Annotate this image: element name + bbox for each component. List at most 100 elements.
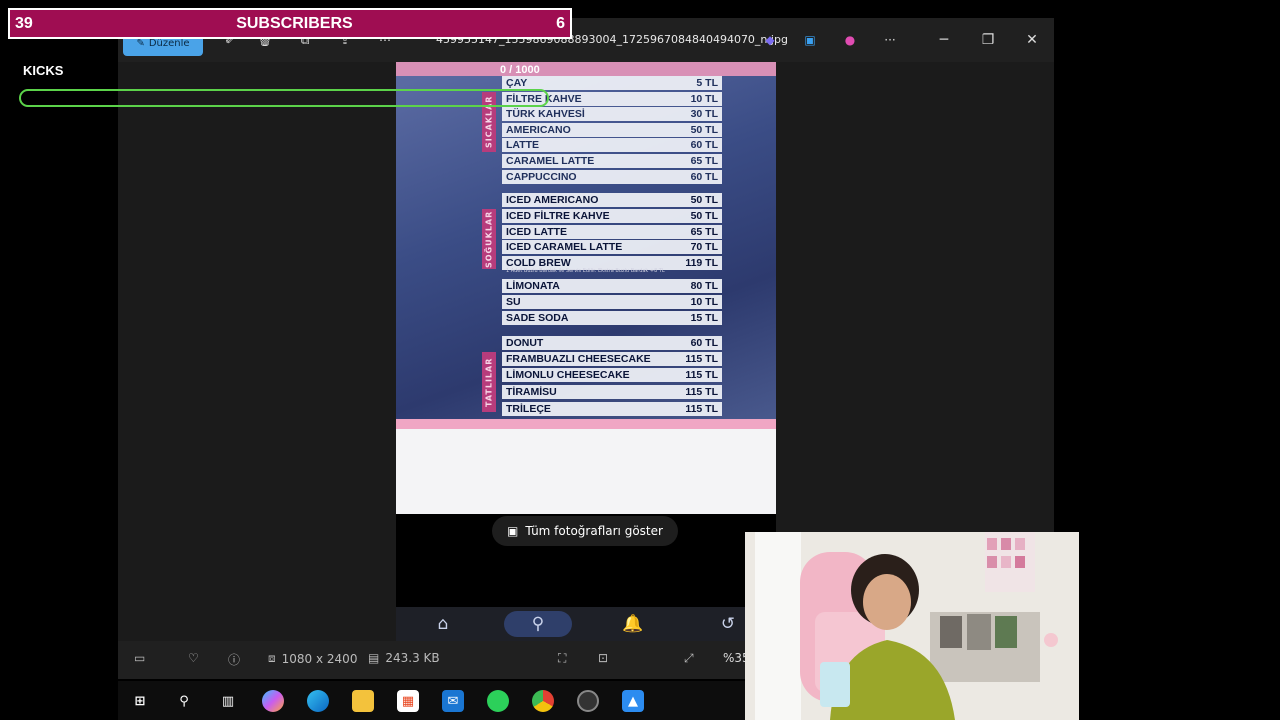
task-view-icon[interactable]: ▥ <box>217 690 239 712</box>
menu-item: LATTE 60 TL <box>502 138 722 152</box>
menu-item-name: CARAMEL LATTE <box>506 155 595 167</box>
fullscreen-icon[interactable]: ⤢ <box>684 651 694 666</box>
dimensions-icon: ⧈ <box>268 651 276 665</box>
menu-item-name: TRİLEÇE <box>506 403 551 415</box>
menu-item-price: 10 TL <box>690 93 718 105</box>
fit-screen-icon[interactable]: ⛶ <box>558 651 566 666</box>
menu-item-price: 50 TL <box>690 210 718 222</box>
menu-item-name: LİMONATA <box>506 280 560 292</box>
menu-item: ICED LATTE 65 TL <box>502 225 722 239</box>
scan-text-icon[interactable]: ⊡ <box>598 651 608 665</box>
subscribers-right-count: 6 <box>556 14 565 32</box>
home-icon[interactable]: ⌂ <box>432 613 454 635</box>
chrome-icon[interactable] <box>532 690 554 712</box>
copilot-icon[interactable] <box>262 690 284 712</box>
menu-item-name: SU <box>506 296 521 308</box>
clipchamp-icon[interactable]: ● <box>842 32 858 48</box>
menu-item-price: 115 TL <box>685 369 718 381</box>
mail-icon[interactable]: ✉ <box>442 690 464 712</box>
history-icon[interactable]: ↺ <box>717 613 739 635</box>
dimensions-info: ⧈ 1080 x 2400 <box>268 651 357 666</box>
menu-item: AMERICANO 50 TL <box>502 123 722 137</box>
menu-item-price: 50 TL <box>690 124 718 136</box>
menu-item-name: ÇAY <box>506 77 528 89</box>
close-icon[interactable]: ✕ <box>1021 29 1043 51</box>
menu-item-name: TİRAMİSU <box>506 386 557 398</box>
dimensions-text: 1080 x 2400 <box>281 651 358 666</box>
menu-item-price: 65 TL <box>690 155 718 167</box>
menu-item: DONUT 60 TL <box>502 336 722 350</box>
photo-blank-area <box>396 429 776 514</box>
menu-item-name: ICED FİLTRE KAHVE <box>506 210 610 222</box>
menu-item: ÇAY 5 TL <box>502 76 722 90</box>
photos-icon[interactable]: ▲ <box>622 690 644 712</box>
menu-item: FRAMBUAZLI CHEESECAKE 115 TL <box>502 352 722 366</box>
menu-category-2: TATLILAR <box>482 352 496 412</box>
menu-bottom-strip <box>396 419 776 429</box>
menu-item-price: 5 TL <box>696 77 718 89</box>
search-icon[interactable]: ⚲ <box>173 690 195 712</box>
xbox-icon[interactable] <box>487 690 509 712</box>
menu-item-name: LATTE <box>506 139 540 151</box>
menu-item-name: ICED AMERICANO <box>506 194 599 206</box>
copilot-icon[interactable]: ◆ <box>762 32 778 48</box>
menu-item-price: 65 TL <box>690 226 718 238</box>
minimize-icon[interactable]: ─ <box>933 29 955 51</box>
menu-board-photo: SICAKLAR ÇAY 5 TL FİLTRE KAHVE 10 TL TÜRK KAH… <box>396 62 776 429</box>
menu-item: ICED FİLTRE KAHVE 50 TL <box>502 209 722 223</box>
menu-item-name: FRAMBUAZLI CHEESECAKE <box>506 353 651 365</box>
menu-top-strip <box>396 62 776 76</box>
save-icon: ▤ <box>368 651 380 665</box>
menu-item: TRİLEÇE 115 TL <box>502 402 722 416</box>
info-icon[interactable]: ⓘ <box>228 651 240 668</box>
filesize-info: ▤ 243.3 KB <box>368 651 440 665</box>
subscribers-title: SUBSCRIBERS <box>236 14 353 32</box>
menu-item: TİRAMİSU 115 TL <box>502 385 722 399</box>
menu-item-name: LİMONLU CHEESECAKE <box>506 369 630 381</box>
menu-item-price: 115 TL <box>685 353 718 365</box>
ellipsis-icon[interactable]: ··· <box>882 32 898 48</box>
menu-item-name: AMERICANO <box>506 124 571 136</box>
pencil-icon: ✎ <box>136 37 145 49</box>
store-icon[interactable]: ▦ <box>397 690 419 712</box>
kicks-label: KICKS <box>23 63 64 78</box>
menu-item-price: 15 TL <box>690 312 718 324</box>
menu-item: LİMONLU CHEESECAKE 115 TL <box>502 368 722 382</box>
menu-item: CARAMEL LATTE 65 TL <box>502 154 722 168</box>
edge-icon[interactable] <box>307 690 329 712</box>
restore-icon[interactable]: ❐ <box>977 29 999 51</box>
menu-item: SU 10 TL <box>502 295 722 309</box>
menu-item-price: 50 TL <box>690 194 718 206</box>
windows-start-icon[interactable]: ⊞ <box>129 690 151 712</box>
edit-button-label: Düzenle <box>148 37 190 49</box>
phone-nav-bar: ⌂ ⚲ 🔔 ↺ <box>396 607 776 641</box>
webcam-feed <box>745 532 1079 720</box>
file-explorer-icon[interactable] <box>352 690 374 712</box>
obs-icon[interactable] <box>577 690 599 712</box>
menu-item-price: 10 TL <box>690 296 718 308</box>
menu-item-price: 115 TL <box>685 386 718 398</box>
subscribers-left-count: 39 <box>15 14 33 32</box>
show-all-photos-button[interactable]: ▣ Tüm fotoğrafları göster <box>492 516 678 546</box>
menu-item-price: 30 TL <box>690 108 718 120</box>
menu-item-price: 60 TL <box>690 337 718 349</box>
menu-category-1: SOĞUKLAR <box>482 209 496 269</box>
kicks-progress-bar <box>19 89 549 107</box>
menu-item-name: ICED CARAMEL LATTE <box>506 241 623 253</box>
menu-item-name: ICED LATTE <box>506 226 568 238</box>
search-icon[interactable]: ⚲ <box>527 613 549 635</box>
bell-icon[interactable]: 🔔 <box>622 613 644 635</box>
favorite-icon[interactable]: ♡ <box>188 651 199 665</box>
menu-item-name: SADE SODA <box>506 312 569 324</box>
filmstrip-icon[interactable]: ▭ <box>134 651 145 665</box>
show-all-photos-label: Tüm fotoğrafları göster <box>525 524 663 538</box>
screen: ✎ Düzenle ✐ 🗑 ⧉ ⇪ ⋯ 459955147_1559869088… <box>0 0 1280 720</box>
menu-item: ICED AMERICANO 50 TL <box>502 193 722 207</box>
photos-edit-icon[interactable]: ▣ <box>802 32 818 48</box>
menu-item-name: DONUT <box>506 337 544 349</box>
taskbar: ⊞ ⚲ ▥ ▦ ✉ ▲ <box>118 681 745 720</box>
menu-item: TÜRK KAHVESİ 30 TL <box>502 107 722 121</box>
webcam-image <box>745 532 1079 720</box>
kicks-counter: 0 / 1000 <box>500 64 540 76</box>
menu-item-price: 60 TL <box>690 139 718 151</box>
